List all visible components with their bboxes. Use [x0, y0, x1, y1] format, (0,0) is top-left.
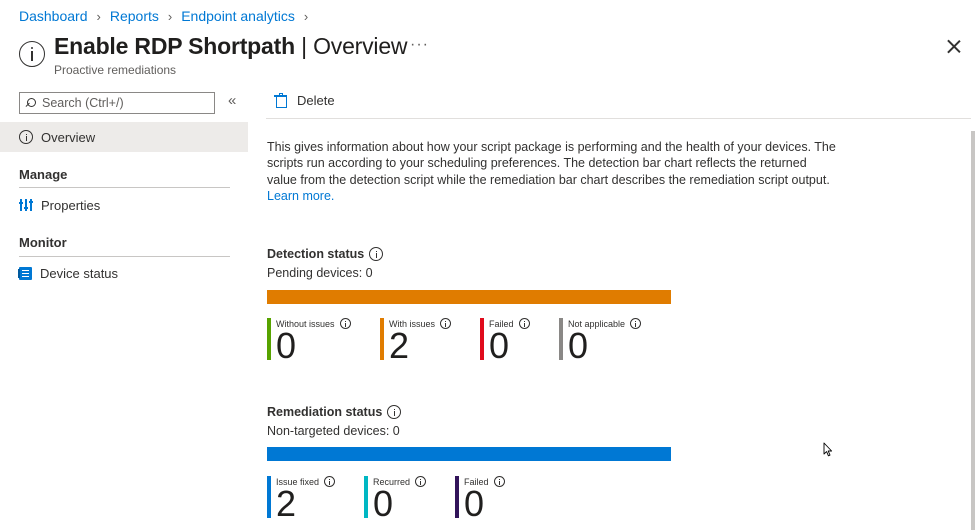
- sidebar-item-label: Properties: [41, 197, 101, 213]
- device-status-icon: [18, 266, 32, 280]
- mouse-cursor-icon: [823, 442, 833, 457]
- detection-status-bar: [267, 290, 671, 304]
- divider: [19, 256, 230, 257]
- metric-color-tick: [559, 318, 563, 360]
- sidebar-item-device-status[interactable]: Device status: [0, 258, 248, 288]
- close-icon[interactable]: [945, 38, 963, 56]
- info-icon[interactable]: [415, 476, 427, 487]
- page-subtitle: Proactive remediations: [54, 63, 177, 77]
- overview-description: This gives information about how your sc…: [267, 139, 837, 204]
- sidebar-item-label: Device status: [40, 265, 119, 281]
- divider: [19, 187, 230, 188]
- properties-icon: [19, 198, 33, 212]
- delete-button[interactable]: Delete: [274, 93, 335, 108]
- divider: [266, 118, 971, 119]
- description-text: This gives information about how your sc…: [267, 140, 836, 187]
- info-icon[interactable]: [493, 476, 505, 487]
- info-icon[interactable]: [440, 318, 452, 329]
- trash-icon: [274, 93, 287, 108]
- metric-value: 0: [276, 325, 297, 366]
- chevron-right-icon: ›: [303, 8, 309, 24]
- metric-value: 0: [568, 325, 589, 366]
- detection-status-title: Detection status: [267, 247, 384, 261]
- info-icon: [19, 41, 45, 67]
- info-icon[interactable]: [339, 318, 351, 329]
- collapse-sidebar-button[interactable]: «: [228, 92, 236, 109]
- remediation-status-bar: [267, 447, 671, 461]
- chevron-right-icon: ›: [96, 8, 101, 24]
- scrollbar[interactable]: [971, 131, 975, 530]
- chevron-right-icon: ›: [167, 8, 173, 24]
- page-title-name: Enable RDP Shortpath: [54, 33, 295, 59]
- search-box[interactable]: [19, 92, 215, 114]
- remediation-status-label: Remediation status: [267, 405, 383, 419]
- pending-devices: Pending devices: 0: [267, 266, 373, 280]
- search-icon: [26, 98, 36, 108]
- info-icon[interactable]: [630, 318, 642, 329]
- metric-value: 0: [489, 325, 510, 366]
- metric-color-tick: [480, 318, 484, 360]
- learn-more-link[interactable]: Learn more.: [267, 189, 334, 203]
- sidebar-item-overview[interactable]: Overview: [0, 122, 248, 152]
- breadcrumb-reports[interactable]: Reports: [110, 8, 159, 24]
- metric-value: 2: [389, 325, 410, 366]
- sidebar-item-properties[interactable]: Properties: [0, 190, 248, 220]
- breadcrumb-dashboard[interactable]: Dashboard: [19, 8, 88, 24]
- breadcrumb: Dashboard › Reports › Endpoint analytics…: [19, 8, 317, 24]
- search-input[interactable]: [42, 96, 202, 110]
- sidebar-section-manage: Manage: [19, 167, 68, 182]
- metric-value: 0: [464, 483, 485, 524]
- metric-color-tick: [455, 476, 459, 518]
- metric-color-tick: [380, 318, 384, 360]
- info-icon[interactable]: [518, 318, 530, 329]
- metric-color-tick: [267, 318, 271, 360]
- remediation-status-title: Remediation status: [267, 405, 402, 419]
- page-title: Enable RDP Shortpath | Overview: [54, 33, 408, 60]
- breadcrumb-endpoint-analytics[interactable]: Endpoint analytics: [181, 8, 295, 24]
- detection-status-label: Detection status: [267, 247, 365, 261]
- page-title-section: | Overview: [294, 33, 408, 59]
- non-targeted-devices: Non-targeted devices: 0: [267, 424, 400, 438]
- metric-value: 2: [276, 483, 297, 524]
- info-icon: [19, 130, 33, 144]
- more-options-button[interactable]: ···: [410, 36, 429, 54]
- sidebar-item-label: Overview: [41, 129, 96, 145]
- info-icon[interactable]: [387, 405, 402, 419]
- metric-value: 0: [373, 483, 394, 524]
- info-icon[interactable]: [369, 247, 384, 261]
- info-icon[interactable]: [324, 476, 336, 487]
- metric-color-tick: [267, 476, 271, 518]
- delete-button-label: Delete: [297, 93, 335, 108]
- metric-color-tick: [364, 476, 368, 518]
- sidebar-section-monitor: Monitor: [19, 235, 67, 250]
